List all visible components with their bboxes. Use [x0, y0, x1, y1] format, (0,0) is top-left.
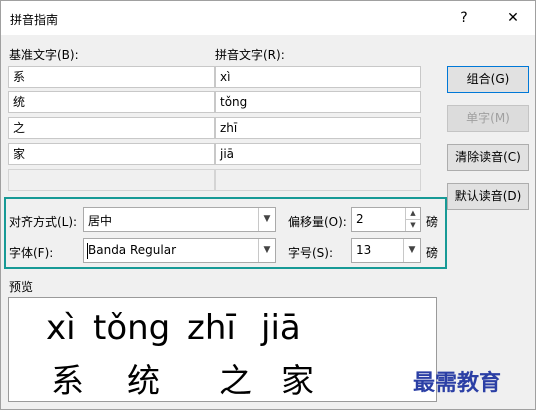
spin-up-icon[interactable]: ▲ [406, 208, 420, 220]
base-text-field-3[interactable]: 之 [8, 117, 215, 139]
base-text-label: 基准文字(B): [9, 48, 79, 62]
chevron-down-icon[interactable]: ▼ [258, 239, 275, 262]
base-text-field-5[interactable] [8, 169, 215, 191]
combine-button[interactable]: 组合(G) [447, 66, 529, 93]
offset-spin-buttons[interactable]: ▲ ▼ [405, 208, 420, 231]
offset-value: 2 [356, 212, 364, 226]
single-char-button[interactable]: 单字(M) [447, 105, 529, 132]
base-text-field-1[interactable]: 系 [8, 66, 215, 88]
preview-pinyin-2: tǒng [93, 308, 171, 348]
clear-reading-button[interactable]: 清除读音(C) [447, 144, 529, 171]
offset-spinner[interactable]: 2 ▲ ▼ [351, 207, 421, 232]
close-button[interactable]: ✕ [498, 7, 528, 29]
size-select[interactable]: 13 ▼ [351, 238, 421, 263]
preview-char-2: 统 [127, 361, 160, 400]
alignment-label: 对齐方式(L): [9, 215, 78, 229]
title-bar: 拼音指南 ? ✕ [1, 1, 535, 35]
preview-char-1: 系 [51, 361, 84, 400]
size-value: 13 [356, 243, 372, 257]
pinyin-text-field-1[interactable]: xì [215, 66, 421, 88]
size-unit: 磅 [426, 246, 439, 260]
preview-pinyin-1: xì [46, 308, 76, 348]
preview-pinyin-4: jiā [261, 308, 301, 348]
base-text-field-4[interactable]: 家 [8, 143, 215, 165]
chevron-down-icon[interactable]: ▼ [258, 208, 275, 231]
font-label: 字体(F): [9, 246, 54, 260]
spin-down-icon[interactable]: ▼ [406, 220, 420, 231]
alignment-value: 居中 [88, 214, 113, 228]
pinyin-text-label: 拼音文字(R): [215, 48, 285, 62]
font-value: Banda Regular [88, 243, 177, 257]
pinyin-text-field-2[interactable]: tǒng [215, 91, 421, 113]
watermark-logo: 最需教育 [413, 370, 502, 396]
preview-char-3: 之 [219, 361, 252, 400]
help-button[interactable]: ? [449, 7, 479, 29]
size-label: 字号(S): [288, 246, 334, 260]
preview-box: xì tǒng zhī jiā 系 统 之 家 [8, 297, 437, 402]
font-select[interactable]: Banda Regular ▼ [83, 238, 276, 263]
offset-label: 偏移量(O): [288, 215, 347, 229]
dialog-title: 拼音指南 [10, 13, 59, 27]
offset-unit: 磅 [426, 215, 439, 229]
alignment-select[interactable]: 居中 ▼ [83, 207, 276, 232]
chevron-down-icon[interactable]: ▼ [403, 239, 420, 262]
pinyin-text-field-5[interactable] [215, 169, 421, 191]
preview-label: 预览 [9, 280, 34, 294]
default-reading-button[interactable]: 默认读音(D) [447, 183, 529, 210]
pinyin-text-field-3[interactable]: zhī [215, 117, 421, 139]
preview-pinyin-3: zhī [187, 308, 236, 348]
pinyin-text-field-4[interactable]: jiā [215, 143, 421, 165]
pinyin-guide-dialog: 拼音指南 ? ✕ 基准文字(B): 拼音文字(R): 系 统 之 家 xì tǒ… [0, 0, 536, 410]
base-text-field-2[interactable]: 统 [8, 91, 215, 113]
preview-char-4: 家 [281, 361, 314, 400]
